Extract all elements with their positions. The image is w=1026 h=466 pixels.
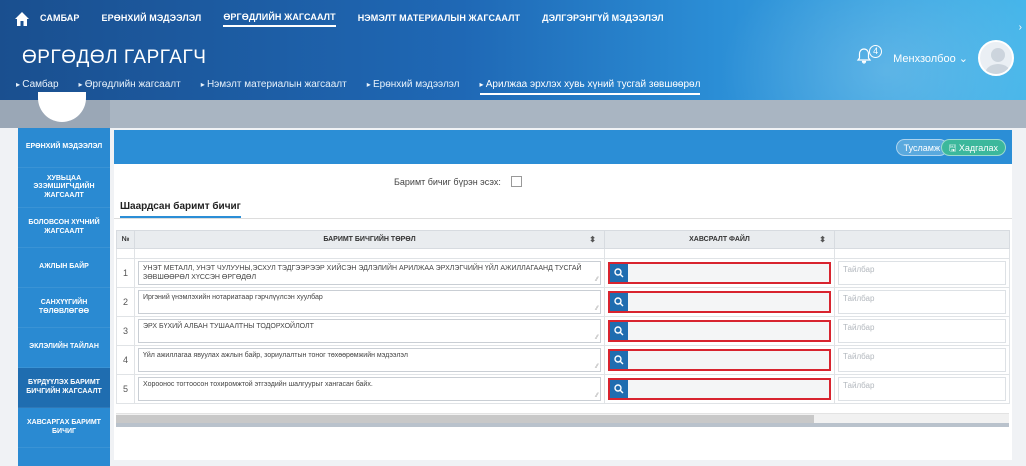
page-title: ӨРГӨДӨЛ ГАРГАГЧ	[22, 47, 207, 68]
table-row: 3 ЭРХ БҮХИЙ АЛБАН ТУШААЛТНЫ ТОДОРХОЙЛОЛТ…	[116, 316, 1010, 346]
sort-icon: ⬍	[589, 235, 596, 244]
sidebar-item-shareholders[interactable]: ХУВЬЦАА ЭЗЭМШИГЧДИЙН ЖАГСААЛТ	[18, 168, 110, 208]
search-icon	[614, 268, 624, 278]
nav-details[interactable]: ДЭЛГЭРЭНГҮЙ МЭДЭЭЛЭЛ	[542, 13, 664, 26]
col-document-type[interactable]: БАРИМТ БИЧГИЙН ТӨРӨЛ ⬍	[134, 230, 605, 249]
top-nav: САМБАР ЕРӨНХИЙ МЭДЭЭЛЭЛ ӨРГӨДЛИЙН ЖАГСАА…	[14, 8, 686, 30]
search-icon	[614, 326, 624, 336]
row-number: 2	[116, 287, 135, 317]
username[interactable]: Менхзолбоо ⌄	[893, 52, 968, 65]
header-band	[0, 100, 1026, 128]
home-icon[interactable]	[14, 11, 30, 27]
completeness-checkbox[interactable]	[510, 176, 522, 187]
document-type-field[interactable]: УНЭТ МЕТАЛЛ, УНЭТ ЧУЛУУНЫ,ЭСХУЛ ТЭДГЭЭРЭ…	[138, 261, 601, 285]
note-input[interactable]: Тайлбар	[838, 290, 1006, 314]
document-type-field[interactable]: ЭРХ БҮХИЙ АЛБАН ТУШААЛТНЫ ТОДОРХОЙЛОЛТ	[138, 319, 601, 343]
completeness-label: Баримт бичиг бүрэн эсэх:	[394, 176, 501, 187]
table-row: 4 Үйл ажиллагаа явуулах ажлын байр, зори…	[116, 345, 1010, 375]
sidebar-item-attachments[interactable]: ХАВСАРГАХ БАРИМТ БИЧИГ	[18, 408, 110, 448]
bell-icon	[856, 48, 872, 64]
sidebar-item-required-docs[interactable]: БҮРДҮҮЛЭХ БАРИМТ БИЧГИЙН ЖАГСААЛТ	[18, 368, 110, 408]
search-icon	[614, 384, 624, 394]
breadcrumb-application-list[interactable]: Өргөдлийн жагсаалт	[79, 79, 181, 95]
file-search-button[interactable]	[610, 351, 628, 369]
sort-icon: ⬍	[819, 235, 826, 244]
note-input[interactable]: Тайлбар	[838, 348, 1006, 372]
document-type-field[interactable]: Хороонос тогтоосон тохиромжтой этгээдийн…	[138, 377, 601, 401]
document-type-field[interactable]: Иргэний үнэмлэхийн нотариатаар гэрчлүүлс…	[138, 290, 601, 314]
table-row: 1 УНЭТ МЕТАЛЛ, УНЭТ ЧУЛУУНЫ,ЭСХУЛ ТЭДГЭЭ…	[116, 258, 1010, 288]
table-row: 5 Хороонос тогтоосон тохиромжтой этгээди…	[116, 374, 1010, 404]
attachment-field[interactable]	[608, 349, 831, 371]
row-number: 5	[116, 374, 135, 404]
breadcrumb-general-info[interactable]: Ерөнхий мэдээлэл	[367, 79, 460, 95]
notification-bell[interactable]: 4	[855, 45, 883, 69]
table-row: 2 Иргэний үнэмлэхийн нотариатаар гэрчлүү…	[116, 287, 1010, 317]
file-name-field[interactable]	[628, 322, 829, 340]
tab-divider	[114, 218, 1012, 219]
row-number: 4	[116, 345, 135, 375]
scrollbar-thumb[interactable]	[116, 415, 814, 423]
breadcrumb-current[interactable]: Арилжаа эрхлэх хувь хүний тусгай зөвшөөр…	[479, 79, 701, 95]
breadcrumb-additional-materials[interactable]: Нэмэлт материалын жагсаалт	[201, 79, 347, 95]
file-search-button[interactable]	[610, 322, 628, 340]
user-area: 4 Менхзолбоо ⌄	[855, 40, 1014, 76]
search-icon	[614, 297, 624, 307]
chevron-down-icon: ⌄	[958, 52, 968, 65]
nav-application-list[interactable]: ӨРГӨДЛИЙН ЖАГСААЛТ	[223, 12, 336, 27]
file-search-button[interactable]	[610, 380, 628, 398]
app-header: САМБАР ЕРӨНХИЙ МЭДЭЭЛЭЛ ӨРГӨДЛИЙН ЖАГСАА…	[0, 0, 1026, 100]
document-type-field[interactable]: Үйл ажиллагаа явуулах ажлын байр, зориул…	[138, 348, 601, 372]
save-button-label: Хадгалах	[958, 143, 998, 153]
panel-toolbar: Тусламж 🖫 Хадгалах	[114, 130, 1012, 164]
row-number: 3	[116, 316, 135, 346]
completeness-check: Баримт бичиг бүрэн эсэх:	[394, 176, 522, 187]
file-name-field[interactable]	[628, 293, 829, 311]
username-text: Менхзолбоо	[893, 52, 956, 65]
note-input[interactable]: Тайлбар	[838, 377, 1006, 401]
file-search-button[interactable]	[610, 264, 628, 282]
col-note	[834, 230, 1010, 249]
sidebar-item-workplace[interactable]: АЖЛЫН БАЙР	[18, 248, 110, 288]
sidebar: ЕРӨНХИЙ МЭДЭЭЛЭЛ ХУВЬЦАА ЭЗЭМШИГЧДИЙН ЖА…	[18, 128, 110, 466]
breadcrumb: Самбар Өргөдлийн жагсаалт Нэмэлт материа…	[16, 79, 720, 95]
notification-count: 4	[869, 45, 883, 58]
col-attachment[interactable]: ХАВСРАЛТ ФАЙЛ ⬍	[604, 230, 835, 249]
file-name-field[interactable]	[628, 380, 829, 398]
col-document-type-label: БАРИМТ БИЧГИЙН ТӨРӨЛ	[323, 236, 416, 243]
attachment-field[interactable]	[608, 262, 831, 284]
search-icon	[614, 355, 624, 365]
file-name-field[interactable]	[628, 351, 829, 369]
sidebar-item-report[interactable]: ЭКЛЭЛИЙН ТАЙЛАН	[18, 328, 110, 368]
documents-table: № БАРИМТ БИЧГИЙН ТӨРӨЛ ⬍ ХАВСРАЛТ ФАЙЛ ⬍ 1…	[116, 230, 1010, 404]
horizontal-scrollbar[interactable]	[116, 413, 1009, 423]
nav-additional-materials[interactable]: НЭМЭЛТ МАТЕРИАЛЫН ЖАГСААЛТ	[358, 13, 520, 26]
nav-dashboard[interactable]: САМБАР	[40, 13, 80, 26]
attachment-field[interactable]	[608, 291, 831, 313]
chevron-right-icon[interactable]: ›	[1019, 22, 1022, 33]
col-attachment-label: ХАВСРАЛТ ФАЙЛ	[689, 236, 750, 243]
tab-required-documents[interactable]: Шаардсан баримт бичиг	[120, 201, 241, 218]
col-number: №	[116, 230, 135, 249]
sidebar-item-general-info[interactable]: ЕРӨНХИЙ МЭДЭЭЛЭЛ	[18, 128, 110, 168]
nav-general-info[interactable]: ЕРӨНХИЙ МЭДЭЭЛЭЛ	[102, 13, 202, 26]
filter-row	[116, 248, 1010, 259]
table-footer	[116, 423, 1009, 427]
attachment-field[interactable]	[608, 378, 831, 400]
sidebar-item-financial-plan[interactable]: САНХҮҮГИЙН ТӨЛӨВЛӨГӨӨ	[18, 288, 110, 328]
file-name-field[interactable]	[628, 264, 829, 282]
sidebar-item-staff[interactable]: БОЛОВСОН ХҮЧНИЙ ЖАГСААЛТ	[18, 208, 110, 248]
note-input[interactable]: Тайлбар	[838, 319, 1006, 343]
save-icon: 🖫	[948, 143, 957, 153]
attachment-field[interactable]	[608, 320, 831, 342]
row-number: 1	[116, 258, 135, 288]
save-button[interactable]: 🖫 Хадгалах	[940, 139, 1006, 156]
file-search-button[interactable]	[610, 293, 628, 311]
content-panel: Тусламж 🖫 Хадгалах Баримт бичиг бүрэн эс…	[114, 130, 1012, 460]
avatar[interactable]	[978, 40, 1014, 76]
note-input[interactable]: Тайлбар	[838, 261, 1006, 285]
